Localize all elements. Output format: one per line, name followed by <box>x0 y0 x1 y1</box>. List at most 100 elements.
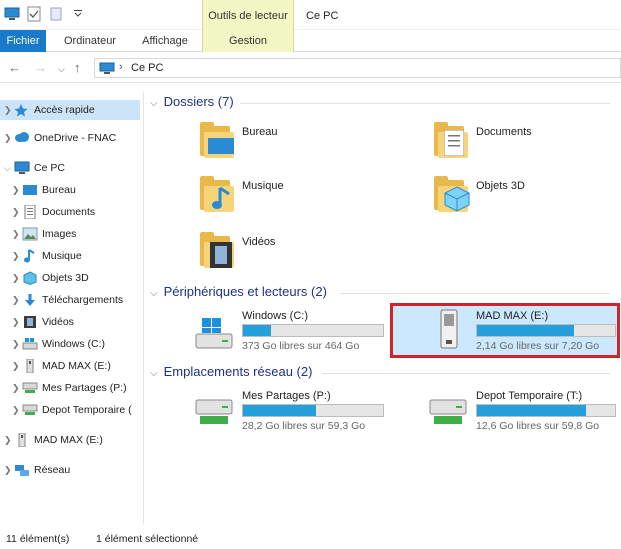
chevron-down-icon[interactable]: ⌵ <box>150 368 158 379</box>
chevron-right-icon[interactable]: ❯ <box>12 185 22 196</box>
forward-arrow-icon[interactable]: → <box>34 60 47 75</box>
back-arrow-icon[interactable]: ← <box>8 60 21 75</box>
status-item-count: 11 élément(s) <box>6 533 70 545</box>
nav-item-label: OneDrive - FNAC <box>34 132 117 144</box>
folder-label: Objets 3D <box>476 180 525 192</box>
chevron-down-icon[interactable]: ⌵ <box>150 288 158 299</box>
section-dossiers[interactable]: ⌵ Dossiers (7) <box>150 94 610 109</box>
nav-item-images[interactable]: ❯ Images <box>12 224 76 244</box>
drive-label: Windows (C:) <box>242 310 309 322</box>
system-drive-icon <box>194 316 234 355</box>
tab-ordinateur[interactable]: Ordinateur <box>58 30 122 52</box>
tab-affichage[interactable]: Affichage <box>134 30 196 52</box>
chevron-right-icon[interactable]: ❯ <box>12 405 22 416</box>
pane-divider[interactable] <box>143 92 144 524</box>
breadcrumb-chevron-icon: › <box>119 61 123 73</box>
drive-usage-fill <box>477 405 587 416</box>
desktop-folder-icon <box>22 183 38 197</box>
chevron-right-icon[interactable]: ❯ <box>12 339 22 350</box>
drive-usage-bar <box>242 404 384 417</box>
tab-fichier[interactable]: Fichier <box>0 30 46 52</box>
chevron-right-icon[interactable]: ❯ <box>4 133 14 144</box>
nav-item-mes-partages[interactable]: ❯ Mes Partages (P:) <box>12 378 127 398</box>
chevron-right-icon[interactable]: ❯ <box>12 317 22 328</box>
nav-item-label: Accès rapide <box>34 104 95 116</box>
nav-item-objets-3d[interactable]: ❯ Objets 3D <box>12 268 89 288</box>
folder-label: Musique <box>242 180 284 192</box>
nav-item-musique[interactable]: ❯ Musique <box>12 246 82 266</box>
usb-drive-icon <box>22 358 38 374</box>
pc-icon[interactable] <box>4 6 20 22</box>
nav-item-label: MAD MAX (E:) <box>34 434 103 446</box>
section-peripheriques[interactable]: ⌵ Périphériques et lecteurs (2) <box>150 284 610 299</box>
nav-item-depot-temporaire[interactable]: ❯ Depot Temporaire ( <box>12 400 132 420</box>
network-icon <box>14 463 30 477</box>
recent-dropdown-icon[interactable]: ⌵ <box>58 64 65 75</box>
chevron-right-icon[interactable]: ❯ <box>12 273 22 284</box>
network-drive-icon <box>22 381 38 395</box>
nav-item-label: Téléchargements <box>42 294 124 306</box>
nav-item-mad-max[interactable]: ❯ MAD MAX (E:) <box>12 356 111 376</box>
up-arrow-icon[interactable]: ↑ <box>74 60 81 75</box>
quick-access-toolbar <box>4 6 86 22</box>
cube-icon <box>22 271 38 286</box>
nav-item-ce-pc[interactable]: ⌵ Ce PC <box>4 158 65 178</box>
folder-label: Bureau <box>242 126 278 138</box>
cloud-icon <box>14 131 30 145</box>
chevron-down-icon[interactable]: ⌵ <box>150 98 158 109</box>
drive-usage-fill <box>243 325 271 336</box>
tab-gestion[interactable]: Gestion <box>202 30 294 52</box>
chevron-right-icon[interactable]: ❯ <box>12 251 22 262</box>
drive-label: MAD MAX (E:) <box>476 310 549 322</box>
nav-item-mad-max-root[interactable]: ❯ MAD MAX (E:) <box>4 430 103 450</box>
nav-item-reseau[interactable]: ❯ Réseau <box>4 460 70 480</box>
nav-item-telechargements[interactable]: ❯ Téléchargements <box>12 290 123 310</box>
title-bar: Outils de lecteur Ce PC <box>0 0 621 30</box>
nav-item-label: Réseau <box>34 464 71 476</box>
nav-item-bureau[interactable]: ❯ Bureau <box>12 180 76 200</box>
chevron-right-icon[interactable]: ❯ <box>12 361 22 372</box>
drive-free-space: 28,2 Go libres sur 59,3 Go <box>242 420 366 432</box>
documents-icon <box>22 204 38 220</box>
network-drive-icon <box>22 403 38 417</box>
music-icon <box>22 249 38 263</box>
context-tab-label: Outils de lecteur <box>202 0 294 30</box>
chevron-down-icon[interactable]: ⌵ <box>4 163 14 174</box>
pc-icon <box>14 161 30 175</box>
drive-free-space: 12,6 Go libres sur 59,8 Go <box>476 420 600 432</box>
drive-usage-fill <box>477 325 574 336</box>
nav-item-windows-c[interactable]: ❯ Windows (C:) <box>12 334 105 354</box>
nav-item-documents[interactable]: ❯ Documents <box>12 202 95 222</box>
film-icon <box>22 315 38 329</box>
chevron-right-icon[interactable]: ❯ <box>4 435 14 446</box>
chevron-right-icon[interactable]: ❯ <box>12 383 22 394</box>
nav-item-onedrive[interactable]: ❯ OneDrive - FNAC <box>4 128 116 148</box>
download-icon <box>22 293 38 307</box>
dropdown-icon[interactable] <box>70 6 86 22</box>
nav-item-acces-rapide[interactable]: ❯ Accès rapide <box>0 100 140 120</box>
network-drive-icon <box>194 394 234 431</box>
nav-item-videos[interactable]: ❯ Vidéos <box>12 312 74 332</box>
folder-label: Vidéos <box>242 236 276 248</box>
nav-item-label: Vidéos <box>42 316 74 328</box>
check-icon[interactable] <box>26 6 42 22</box>
desktop-folder-icon <box>198 122 238 162</box>
section-emplacements[interactable]: ⌵ Emplacements réseau (2) <box>150 364 610 379</box>
drive-label: Depot Temporaire (T:) <box>476 390 583 402</box>
breadcrumb[interactable]: Ce PC <box>131 62 163 74</box>
nav-item-label: Depot Temporaire ( <box>42 404 132 416</box>
objects3d-folder-icon <box>432 176 472 216</box>
navigation-pane: ❯ Accès rapide ❯ OneDrive - FNAC ⌵ Ce PC… <box>0 92 140 522</box>
documents-folder-icon <box>432 122 472 162</box>
blank-icon[interactable] <box>48 6 64 22</box>
chevron-right-icon[interactable]: ❯ <box>12 295 22 306</box>
drive-usage-bar <box>476 404 616 417</box>
address-input[interactable]: › Ce PC <box>94 58 621 78</box>
section-title: Emplacements réseau (2) <box>163 364 313 379</box>
chevron-right-icon[interactable]: ❯ <box>4 465 14 476</box>
chevron-right-icon[interactable]: ❯ <box>12 229 22 240</box>
star-icon <box>14 103 30 117</box>
chevron-right-icon[interactable]: ❯ <box>4 105 14 116</box>
nav-item-label: Mes Partages (P:) <box>42 382 127 394</box>
chevron-right-icon[interactable]: ❯ <box>12 207 22 218</box>
